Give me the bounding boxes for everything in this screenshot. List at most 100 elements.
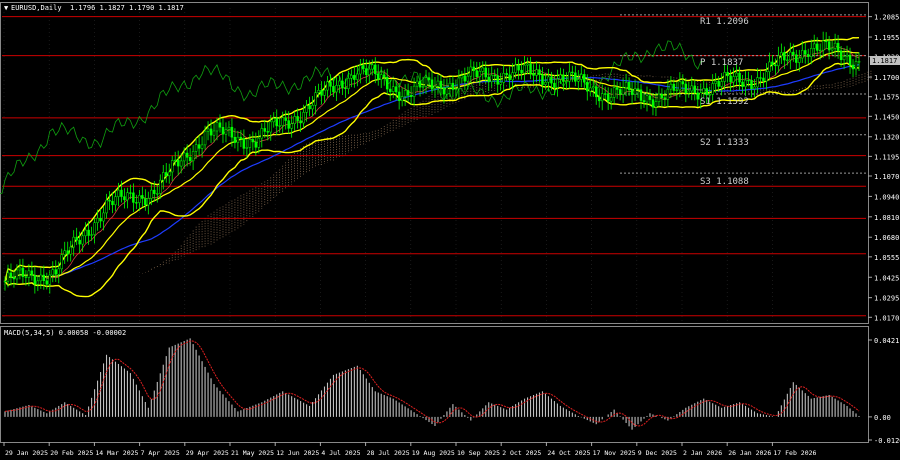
candle-body — [639, 89, 643, 101]
candle-body — [523, 64, 526, 74]
ohlc-values: 1.1796 1.1827 1.1790 1.1817 — [70, 4, 184, 12]
candle-body — [251, 139, 255, 143]
symbol-header: EURUSD,Daily — [11, 4, 62, 12]
candle-body — [448, 82, 452, 88]
candle-body — [783, 52, 786, 61]
candle-body — [568, 71, 571, 82]
candle-body — [341, 80, 344, 89]
price-panel[interactable] — [0, 2, 869, 324]
candle-body — [221, 127, 225, 135]
candle-body — [648, 95, 652, 100]
candle-body — [299, 120, 302, 124]
candle-body — [403, 90, 407, 97]
candle-body — [224, 129, 228, 135]
candle-body — [815, 43, 819, 51]
date-tick-label: 14 Mar 2025 — [95, 449, 138, 457]
candle-body — [729, 75, 732, 83]
candle-body — [99, 217, 102, 222]
candle-body — [756, 77, 759, 88]
candle-body — [684, 83, 688, 94]
candle-body — [789, 51, 792, 61]
candle-body — [368, 68, 371, 76]
candle-body — [72, 236, 75, 248]
candle-body — [774, 64, 777, 67]
candle-body — [173, 159, 177, 162]
candle-body — [633, 88, 637, 95]
candle-body — [329, 81, 332, 87]
price-tick-label: 1.2085 — [874, 14, 899, 22]
candle-body — [123, 196, 126, 201]
candle-body — [786, 59, 789, 61]
candle-body — [311, 104, 314, 110]
candle-body — [215, 122, 219, 132]
candle-body — [415, 80, 419, 87]
trading-chart[interactable]: 1.20851.19551.18301.17001.15751.14501.13… — [0, 0, 900, 460]
candle-body — [750, 80, 753, 90]
candle-body — [138, 195, 141, 203]
candle-body — [526, 63, 529, 66]
candle-body — [478, 70, 482, 77]
candle-body — [188, 157, 192, 162]
candle-body — [681, 81, 685, 85]
candle-body — [39, 274, 43, 282]
price-tick-label: 1.0940 — [874, 193, 899, 201]
candle-body — [156, 193, 159, 195]
candle-body — [439, 80, 443, 89]
candle-body — [475, 70, 479, 77]
candle-body — [627, 81, 631, 91]
pivot-label-p: P 1.1837 — [700, 58, 743, 68]
candle-body — [305, 105, 308, 113]
candle-body — [206, 128, 210, 132]
macd-tick-label: -0.01266 — [874, 437, 900, 445]
candle-body — [45, 280, 49, 285]
candle-body — [203, 130, 207, 146]
candle-body — [672, 83, 676, 91]
candle-body — [744, 79, 747, 87]
candle-body — [678, 81, 682, 91]
candle-body — [827, 41, 831, 51]
candle-body — [780, 52, 783, 57]
candle-body — [711, 83, 714, 95]
candle-body — [490, 74, 493, 82]
candle-body — [445, 87, 449, 95]
candle-body — [245, 147, 249, 149]
candle-body — [326, 81, 329, 91]
candle-body — [96, 217, 99, 223]
price-tick-label: 1.1955 — [874, 34, 899, 42]
candle-body — [30, 270, 34, 276]
date-tick-label: 29 Jan 2025 — [5, 449, 48, 457]
candle-body — [493, 74, 496, 77]
candle-body — [741, 81, 744, 87]
candle-body — [738, 72, 741, 83]
candle-body — [747, 79, 750, 82]
candle-body — [463, 75, 467, 82]
candle-body — [338, 80, 341, 86]
candle-body — [275, 118, 278, 127]
candle-body — [669, 83, 673, 90]
candle-body — [200, 144, 204, 149]
candle-body — [812, 43, 816, 49]
candle-body — [505, 73, 508, 76]
candle-body — [382, 74, 386, 78]
candle-body — [451, 82, 455, 90]
date-tick-label: 29 Apr 2025 — [186, 449, 229, 457]
candle-body — [170, 160, 174, 173]
candle-body — [532, 73, 535, 76]
candle-body — [857, 61, 861, 63]
candle-body — [768, 61, 771, 72]
candle-body — [176, 159, 180, 167]
candle-body — [254, 141, 258, 148]
date-tick-label: 17 Nov 2025 — [593, 449, 636, 457]
candle-body — [269, 121, 273, 133]
candle-body — [359, 65, 362, 75]
pivot-label-s2: S2 1.1333 — [700, 138, 749, 148]
candle-body — [153, 189, 156, 194]
candle-body — [618, 89, 622, 95]
candle-body — [830, 48, 834, 51]
candle-body — [302, 112, 305, 124]
date-tick-label: 2 Oct 2025 — [502, 449, 541, 457]
price-tick-label: 1.0680 — [874, 234, 899, 242]
candle-body — [591, 86, 595, 89]
candle-body — [854, 61, 858, 70]
candle-body — [424, 77, 428, 87]
